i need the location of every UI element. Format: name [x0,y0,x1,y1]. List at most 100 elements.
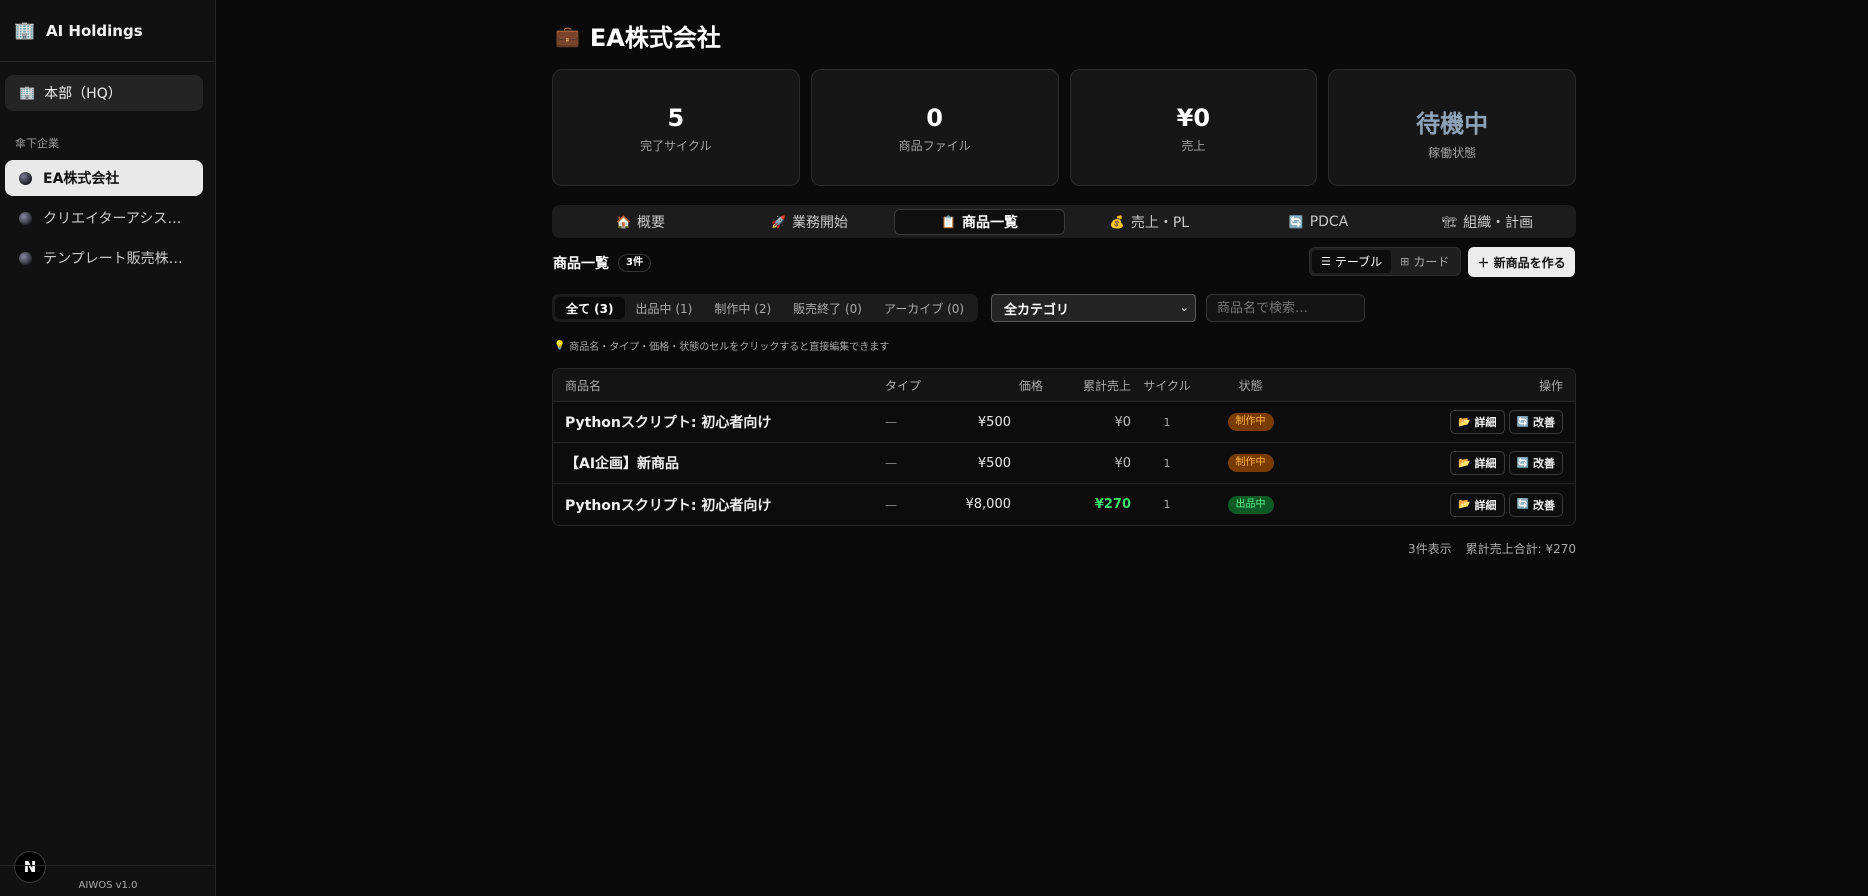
product-sales-cell: ¥0 [1114,414,1131,430]
stats-row: 5 完了サイクル 0 商品ファイル ¥0 売上 待機中 稼働状態 [552,69,1576,186]
product-price-cell[interactable]: ¥500 [949,456,1043,471]
stat-card: 待機中 稼働状態 [1328,69,1576,186]
edit-hint: 💡 商品名・タイプ・価格・状態のセルをクリックすると直接編集できます [554,338,890,354]
filter-listed[interactable]: 出品中 (1) [625,297,704,319]
brand[interactable]: 🏢 AI Holdings [0,0,215,62]
search-input[interactable] [1206,294,1365,322]
cycle-icon: 🔄 [1516,416,1529,428]
tab-pdca[interactable]: 🔄 PDCA [1234,209,1403,235]
tab-label: 概要 [636,214,665,231]
cycle-icon: 🔄 [1516,499,1529,510]
improve-button[interactable]: 🔄 改善 [1508,492,1563,517]
improve-button[interactable]: 🔄 改善 [1508,451,1563,475]
lightbulb-icon: 💡 [554,340,566,351]
list-icon: ☰ [1321,255,1331,268]
detail-button[interactable]: 📂 詳細 [1450,451,1505,475]
tab-label: PDCA [1309,213,1349,230]
tab-start-work[interactable]: 🚀 業務開始 [725,209,894,235]
company-icon [19,171,32,185]
filter-discontinued[interactable]: 販売終了 (0) [782,297,873,319]
product-status-cell[interactable]: 出品中 [1203,495,1298,514]
product-ops-cell: 📂 詳細 🔄 改善 [1298,410,1575,434]
tab-products[interactable]: 📋 商品一覧 [894,208,1065,235]
page-title: 💼 EA株式会社 [555,18,721,53]
status-filter: 全て (3) 出品中 (1) 制作中 (2) 販売終了 (0) アーカイブ (0… [552,294,979,322]
list-header: 商品一覧 3件 [553,253,651,273]
header-type: タイプ [885,378,922,393]
product-sales-cell: ¥0 [1114,455,1131,471]
improve-label: 改善 [1533,416,1555,429]
stat-value: 待機中 [1416,110,1489,138]
product-price-cell[interactable]: ¥500 [949,415,1043,430]
stat-value: ¥0 [1176,104,1211,132]
header-cycle: サイクル [1143,378,1191,393]
product-status-cell[interactable]: 制作中 [1203,454,1298,472]
tab-sales-pl[interactable]: 💰 売上・PL [1065,209,1234,235]
header-name: 商品名 [565,378,602,393]
version-label: AIWOS v1.0 [0,865,216,896]
filter-all[interactable]: 全て (3) [555,297,625,319]
detail-label: 詳細 [1474,498,1497,512]
house-icon: 🏠 [616,214,631,229]
sidebar-item-company[interactable]: クリエイターアシス… [5,200,203,236]
table-row: 【AI企画】新商品 — ¥500 ¥0 1 制作中 📂 詳細 🔄 改善 [553,443,1575,484]
tab-overview[interactable]: 🏠 概要 [556,209,725,235]
view-card-button[interactable]: ⊞ カード [1391,250,1458,273]
tab-bar: 🏠 概要 🚀 業務開始 📋 商品一覧 💰 売上・PL 🔄 PDCA 🏗 組織・計画 [552,205,1576,238]
category-select[interactable]: 全カテゴリ ⌄ [991,294,1196,322]
sales-total: 累計売上合計: ¥270 [1465,542,1576,556]
new-product-button[interactable]: ＋ 新商品を作る [1468,247,1575,277]
building-icon: 🏢 [19,85,36,101]
product-name-cell[interactable]: 【AI企画】新商品 [553,453,885,473]
product-type-cell[interactable]: — [885,415,949,429]
table-row: Pythonスクリプト: 初心者向け — ¥8,000 ¥270 1 出品中 📂… [553,484,1575,525]
table-summary: 3件表示 累計売上合計: ¥270 [552,540,1576,557]
briefcase-icon: 💼 [555,23,580,48]
improve-label: 改善 [1533,498,1555,512]
status-badge: 制作中 [1227,454,1274,472]
view-table-button[interactable]: ☰ テーブル [1312,250,1392,273]
table-header: 商品名 タイプ 価格 累計売上 サイクル 状態 操作 [553,369,1575,402]
product-cycle-cell: 1 [1163,498,1171,511]
sidebar-item-company[interactable]: テンプレート販売株… [5,240,203,276]
view-card-label: カード [1413,255,1450,269]
product-name-cell[interactable]: Pythonスクリプト: 初心者向け [553,495,885,515]
brand-name: AI Holdings [46,21,143,40]
tab-label: 業務開始 [791,214,848,231]
products-table: 商品名 タイプ 価格 累計売上 サイクル 状態 操作 Pythonスクリプト: … [552,368,1576,526]
chevron-down-icon: ⌄ [1179,301,1189,314]
sidebar-item-label: テンプレート販売株… [43,251,183,267]
status-badge: 制作中 [1227,413,1274,431]
page-title-text: EA株式会社 [589,24,721,52]
company-icon [19,251,32,265]
view-toggle: ☰ テーブル ⊞ カード [1309,247,1462,276]
sidebar-item-company[interactable]: EA株式会社 [5,160,203,196]
stat-card: ¥0 売上 [1069,69,1318,186]
detail-button[interactable]: 📂 詳細 [1450,410,1505,434]
detail-label: 詳細 [1474,457,1497,470]
product-type-cell[interactable]: — [885,456,949,470]
section-label: 傘下企業 [15,137,59,150]
product-type-cell[interactable]: — [885,498,949,512]
money-bag-icon: 💰 [1109,214,1125,229]
product-price-cell[interactable]: ¥8,000 [949,497,1043,512]
product-cycle-cell: 1 [1163,456,1171,470]
tab-organization[interactable]: 🏗 組織・計画 [1403,209,1572,235]
filter-archived[interactable]: アーカイブ (0) [873,297,975,319]
sidebar-item-hq[interactable]: 🏢 本部（HQ） [5,75,203,111]
sidebar-item-label: EA株式会社 [43,171,120,187]
filter-in-production[interactable]: 制作中 (2) [703,297,782,319]
hint-text: 商品名・タイプ・価格・状態のセルをクリックすると直接編集できます [569,342,890,353]
improve-button[interactable]: 🔄 改善 [1508,410,1563,434]
list-title: 商品一覧 [553,256,609,272]
product-ops-cell: 📂 詳細 🔄 改善 [1298,492,1575,517]
detail-button[interactable]: 📂 詳細 [1450,492,1505,517]
company-icon [19,211,32,225]
product-name-cell[interactable]: Pythonスクリプト: 初心者向け [553,412,885,432]
stat-card: 0 商品ファイル [810,69,1059,186]
category-selected: 全カテゴリ [1004,302,1070,318]
folder-icon: 📂 [1458,499,1471,510]
stat-label: 完了サイクル [640,139,712,153]
product-status-cell[interactable]: 制作中 [1203,413,1298,431]
folder-icon: 📂 [1458,416,1471,428]
